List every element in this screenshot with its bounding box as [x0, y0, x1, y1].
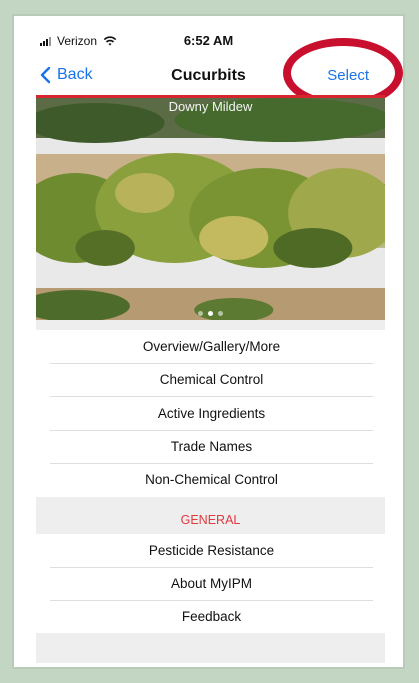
phone-screen: Verizon 6:52 AM Back Cucurbits Select Do… [12, 14, 405, 669]
photo-caption: Downy Mildew [168, 99, 253, 114]
menu-item-overview[interactable]: Overview/Gallery/More [50, 330, 373, 364]
menu-item-feedback[interactable]: Feedback [50, 600, 373, 633]
menu-item-about[interactable]: About MyIPM [50, 567, 373, 601]
page-dot[interactable] [198, 311, 203, 316]
plant-photo [36, 98, 385, 320]
page-dot[interactable] [218, 311, 223, 316]
menu-item-chemical-control[interactable]: Chemical Control [50, 363, 373, 397]
page-indicator [36, 311, 385, 316]
section-header-general: GENERAL [180, 513, 241, 527]
page-dot-active[interactable] [208, 311, 213, 316]
bottom-band [36, 633, 385, 663]
menu-item-pesticide-resistance[interactable]: Pesticide Resistance [50, 534, 373, 568]
menu-item-active-ingredients[interactable]: Active Ingredients [50, 397, 373, 431]
gray-spacer [36, 320, 385, 330]
menu-item-trade-names[interactable]: Trade Names [50, 430, 373, 464]
menu-item-non-chemical-control[interactable]: Non-Chemical Control [50, 463, 373, 496]
select-button[interactable]: Select [327, 67, 369, 84]
disease-photo-carousel[interactable]: Downy Mildew [36, 98, 385, 320]
